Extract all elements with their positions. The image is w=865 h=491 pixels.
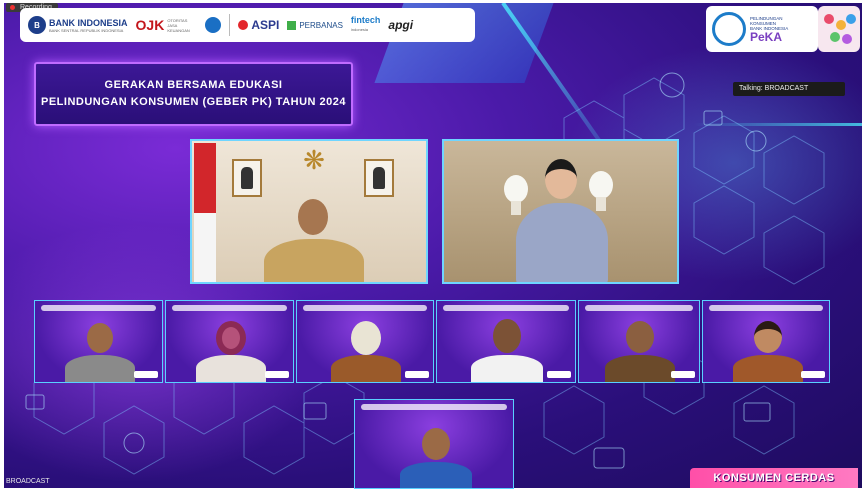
event-title-line1: GERAKAN BERSAMA EDUKASI bbox=[104, 79, 283, 91]
video-tile-speaker[interactable]: ❋ bbox=[190, 139, 428, 284]
video-tile-panelist[interactable] bbox=[165, 300, 294, 383]
talking-indicator: Talking: BROADCAST bbox=[733, 82, 845, 96]
indonesian-flag bbox=[194, 143, 216, 282]
video-tile-panelist[interactable] bbox=[296, 300, 434, 383]
zoom-meeting-view: Recording B BANK INDONESIABANK SENTRAL R… bbox=[0, 0, 865, 491]
video-tile-panelist[interactable] bbox=[702, 300, 830, 383]
perbanas-mark-icon bbox=[287, 20, 297, 30]
kids-mascot-image bbox=[818, 6, 860, 52]
peka-logo: PELINDUNGAN KONSUMEN BANK INDONESIA PeKA bbox=[706, 6, 818, 52]
participant-video bbox=[264, 199, 364, 282]
aspi-mark-icon bbox=[238, 20, 249, 30]
perbanas-logo: PERBANAS bbox=[287, 20, 343, 30]
event-title-line2: PELINDUNGAN KONSUMEN (GEBER PK) TAHUN 20… bbox=[41, 96, 346, 108]
bank-indonesia-emblem-icon: B bbox=[28, 16, 46, 34]
logo-divider bbox=[229, 14, 231, 36]
ojk-logo: OJK OTORITAS JASA KEUANGAN bbox=[135, 17, 190, 33]
sponsor-logo-bar: B BANK INDONESIA BANK SENTRAL REPUBLIK IN… bbox=[20, 8, 475, 42]
portrait-frame bbox=[232, 159, 262, 197]
garuda-emblem-icon: ❋ bbox=[303, 145, 325, 175]
peka-emblem-icon bbox=[712, 12, 746, 46]
apgi-logo: apgi bbox=[388, 18, 414, 32]
konsumen-cerdas-label: KONSUMEN CERDAS bbox=[690, 468, 858, 488]
video-tile-participant[interactable] bbox=[354, 399, 514, 489]
aspi-logo: ASPI bbox=[238, 18, 279, 32]
video-tile-panelist[interactable] bbox=[436, 300, 576, 383]
portrait-frame bbox=[364, 159, 394, 197]
event-title-banner: GERAKAN BERSAMA EDUKASI PELINDUNGAN KONS… bbox=[34, 62, 353, 126]
video-tile-panelist[interactable] bbox=[34, 300, 163, 383]
globe-icon bbox=[205, 17, 222, 33]
kementerian-logo bbox=[205, 17, 222, 33]
video-tile-moderator[interactable] bbox=[442, 139, 679, 284]
fintech-indonesia-logo: fintech indonesia bbox=[350, 15, 381, 33]
bank-indonesia-logo: B BANK INDONESIA BANK SENTRAL REPUBLIK IN… bbox=[28, 16, 128, 34]
participant-video bbox=[512, 159, 612, 282]
video-tile-panelist[interactable] bbox=[578, 300, 700, 383]
broadcast-name-label: BROADCAST bbox=[6, 478, 50, 485]
